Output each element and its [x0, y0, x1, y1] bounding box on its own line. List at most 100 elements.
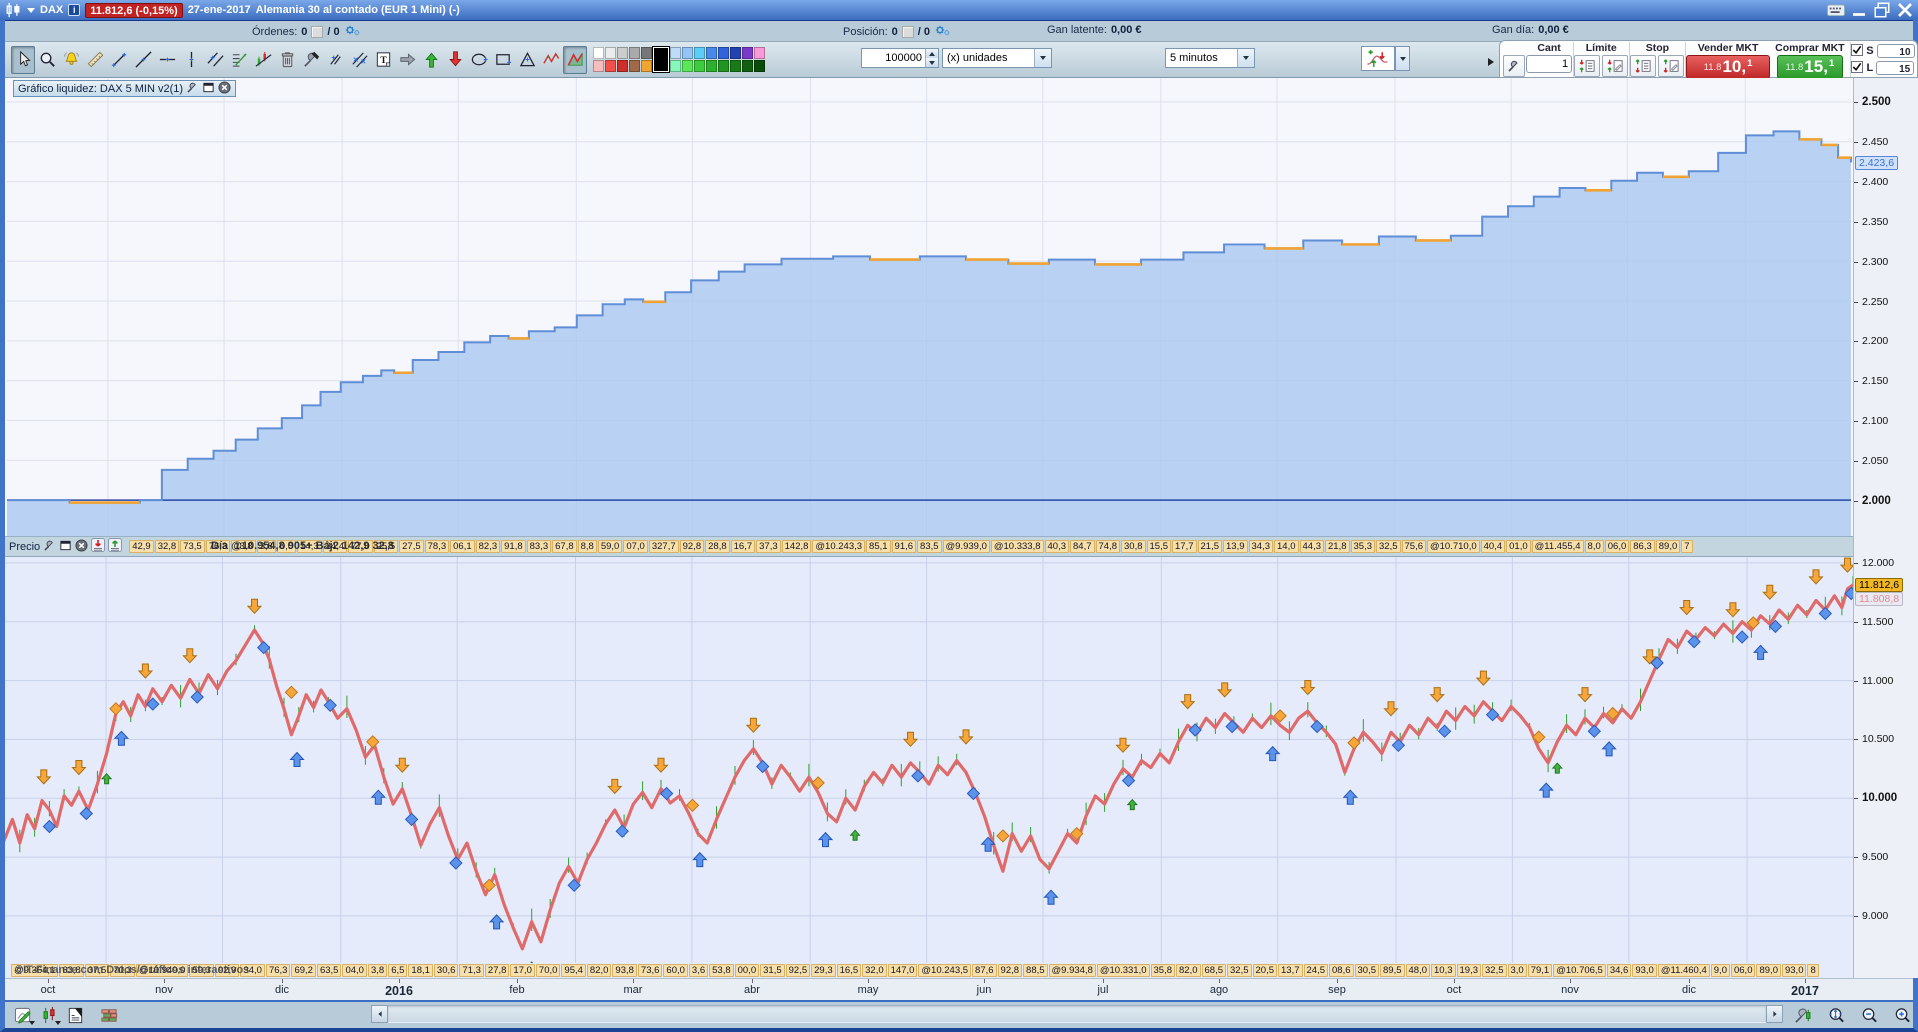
tool-segment-button[interactable]	[107, 46, 131, 74]
tool-zigzag-fill-button[interactable]	[563, 45, 587, 74]
color-swatch[interactable]	[754, 60, 765, 72]
quantity-value[interactable]: 100000	[862, 49, 925, 67]
color-swatch[interactable]	[593, 47, 604, 59]
tool-channel-button[interactable]	[347, 46, 371, 74]
timeframe-select-arrow[interactable]	[1237, 49, 1254, 67]
pane1-wrench-icon[interactable]	[186, 81, 199, 97]
zoom-fit-button[interactable]	[1824, 1003, 1848, 1027]
tool-ruler-button[interactable]	[83, 46, 107, 74]
timeframe-select[interactable]: 5 minutos	[1165, 48, 1255, 68]
pane2-close-icon[interactable]	[75, 538, 88, 555]
color-swatch-selected[interactable]	[652, 46, 670, 73]
sell-order-icon[interactable]	[91, 538, 106, 555]
color-swatch[interactable]	[670, 47, 681, 59]
price-chart[interactable]	[5, 557, 1853, 963]
color-swatch[interactable]	[718, 47, 729, 59]
color-swatch[interactable]	[706, 47, 717, 59]
tool-zigzag-button[interactable]	[539, 46, 563, 74]
color-swatch[interactable]	[730, 47, 741, 59]
sell-stop-button[interactable]	[1630, 55, 1657, 77]
tool-arrow-up-button[interactable]	[419, 46, 443, 74]
buy-market-button[interactable]: 11.8 15, 1	[1776, 55, 1843, 79]
color-swatch[interactable]	[629, 60, 640, 72]
tool-trash-button[interactable]	[275, 46, 299, 74]
minimize-button[interactable]	[1850, 3, 1868, 18]
pane2-maximize-icon[interactable]	[59, 539, 72, 555]
units-select-arrow[interactable]	[1034, 49, 1051, 67]
zoom-out-button[interactable]	[1857, 1003, 1881, 1027]
color-swatch[interactable]	[641, 47, 652, 59]
liquidity-chart[interactable]	[5, 78, 1853, 536]
scroll-right-button[interactable]	[1766, 1005, 1783, 1023]
orders-gear-icon[interactable]	[344, 24, 360, 39]
step-down-icon[interactable]	[929, 60, 935, 65]
tool-fibonacci-button[interactable]	[227, 46, 251, 74]
info-icon[interactable]: i	[68, 4, 81, 16]
volume-bricks-button[interactable]	[97, 1003, 121, 1027]
news-button[interactable]	[63, 1003, 87, 1027]
position-gear-icon[interactable]	[934, 24, 950, 39]
chevron-down-icon[interactable]	[27, 7, 35, 13]
pane1-price-axis[interactable]: 2.500 2.450 2.400 2.350 2.300 2.250 2.200 2.150…	[1853, 78, 1918, 537]
color-swatch[interactable]	[742, 60, 753, 72]
color-swatch[interactable]	[670, 60, 681, 72]
color-swatch[interactable]	[682, 60, 693, 72]
tool-hline-button[interactable]	[155, 46, 179, 74]
cant-input[interactable]: 1	[1526, 55, 1573, 73]
color-swatch[interactable]	[641, 60, 652, 72]
tool-arrow-down-button[interactable]	[443, 46, 467, 74]
tool-alarm-button[interactable]	[59, 46, 83, 74]
color-swatch[interactable]	[629, 47, 640, 59]
close-button[interactable]	[1896, 3, 1914, 18]
color-swatch[interactable]	[706, 60, 717, 72]
color-swatch[interactable]	[718, 60, 729, 72]
color-swatch[interactable]	[605, 60, 616, 72]
stop-checkbox[interactable]	[1851, 43, 1864, 59]
backtest-button[interactable]	[1361, 46, 1395, 71]
price-chart-pane[interactable]	[5, 557, 1853, 963]
l-value-input[interactable]: 15	[1876, 61, 1915, 75]
sell-limit-button[interactable]	[1574, 55, 1601, 77]
tool-parallel-button[interactable]	[203, 46, 227, 74]
tool-triangle-button[interactable]	[515, 46, 539, 74]
panel-collapse-handle[interactable]	[1487, 56, 1497, 68]
restore-button[interactable]	[1873, 2, 1891, 18]
color-swatch[interactable]	[730, 60, 741, 72]
chart-edit-dropdown-icon[interactable]	[29, 1021, 35, 1025]
tool-tools-button[interactable]	[299, 46, 323, 74]
color-swatch[interactable]	[694, 60, 705, 72]
pane1-close-icon[interactable]	[218, 80, 231, 97]
color-swatch[interactable]	[682, 47, 693, 59]
buy-limit-button[interactable]	[1602, 55, 1629, 77]
pane1-maximize-icon[interactable]	[202, 81, 215, 97]
tool-cross-button[interactable]	[323, 46, 347, 74]
tool-vline-button[interactable]	[179, 46, 203, 74]
color-swatch[interactable]	[617, 47, 628, 59]
color-swatch[interactable]	[754, 47, 765, 59]
sell-market-button[interactable]: 11.8 10, 1	[1686, 55, 1771, 79]
candlestick-style-button[interactable]	[37, 1003, 61, 1027]
pane2-wrench-icon[interactable]	[43, 539, 56, 555]
tool-cursor-button[interactable]	[11, 45, 35, 74]
tool-text-button[interactable]: T	[371, 46, 395, 74]
scroll-left-button[interactable]	[371, 1005, 388, 1023]
horizontal-scrollbar[interactable]	[371, 1005, 1783, 1023]
tool-ellipse-button[interactable]	[467, 46, 491, 74]
keyboard-icon[interactable]	[1827, 3, 1845, 18]
pane2-price-axis[interactable]: 12.000 11.500 11.000 10.500 10.000 9.500 9.000…	[1853, 537, 1918, 978]
quantity-stepper[interactable]: 100000	[861, 48, 939, 68]
buy-stop-button[interactable]	[1658, 55, 1685, 77]
s-value-input[interactable]: 10	[1876, 44, 1915, 58]
step-up-icon[interactable]	[929, 51, 935, 56]
color-swatch[interactable]	[593, 60, 604, 72]
candlestick-style-dropdown-icon[interactable]	[55, 1021, 61, 1025]
chart-edit-button[interactable]	[11, 1003, 35, 1027]
color-swatch[interactable]	[617, 60, 628, 72]
liquidity-chart-pane[interactable]: Gráfico liquidez: DAX 5 MIN v2(1)	[5, 78, 1853, 537]
color-swatch[interactable]	[742, 47, 753, 59]
color-swatch[interactable]	[605, 47, 616, 59]
tool-zoom-button[interactable]	[35, 46, 59, 74]
scrollbar-track[interactable]	[388, 1005, 1766, 1023]
time-axis[interactable]: oct nov dic 2016 feb mar abr may jun jul ago sep oct…	[5, 978, 1913, 1000]
backtest-dropdown[interactable]	[1395, 46, 1410, 71]
